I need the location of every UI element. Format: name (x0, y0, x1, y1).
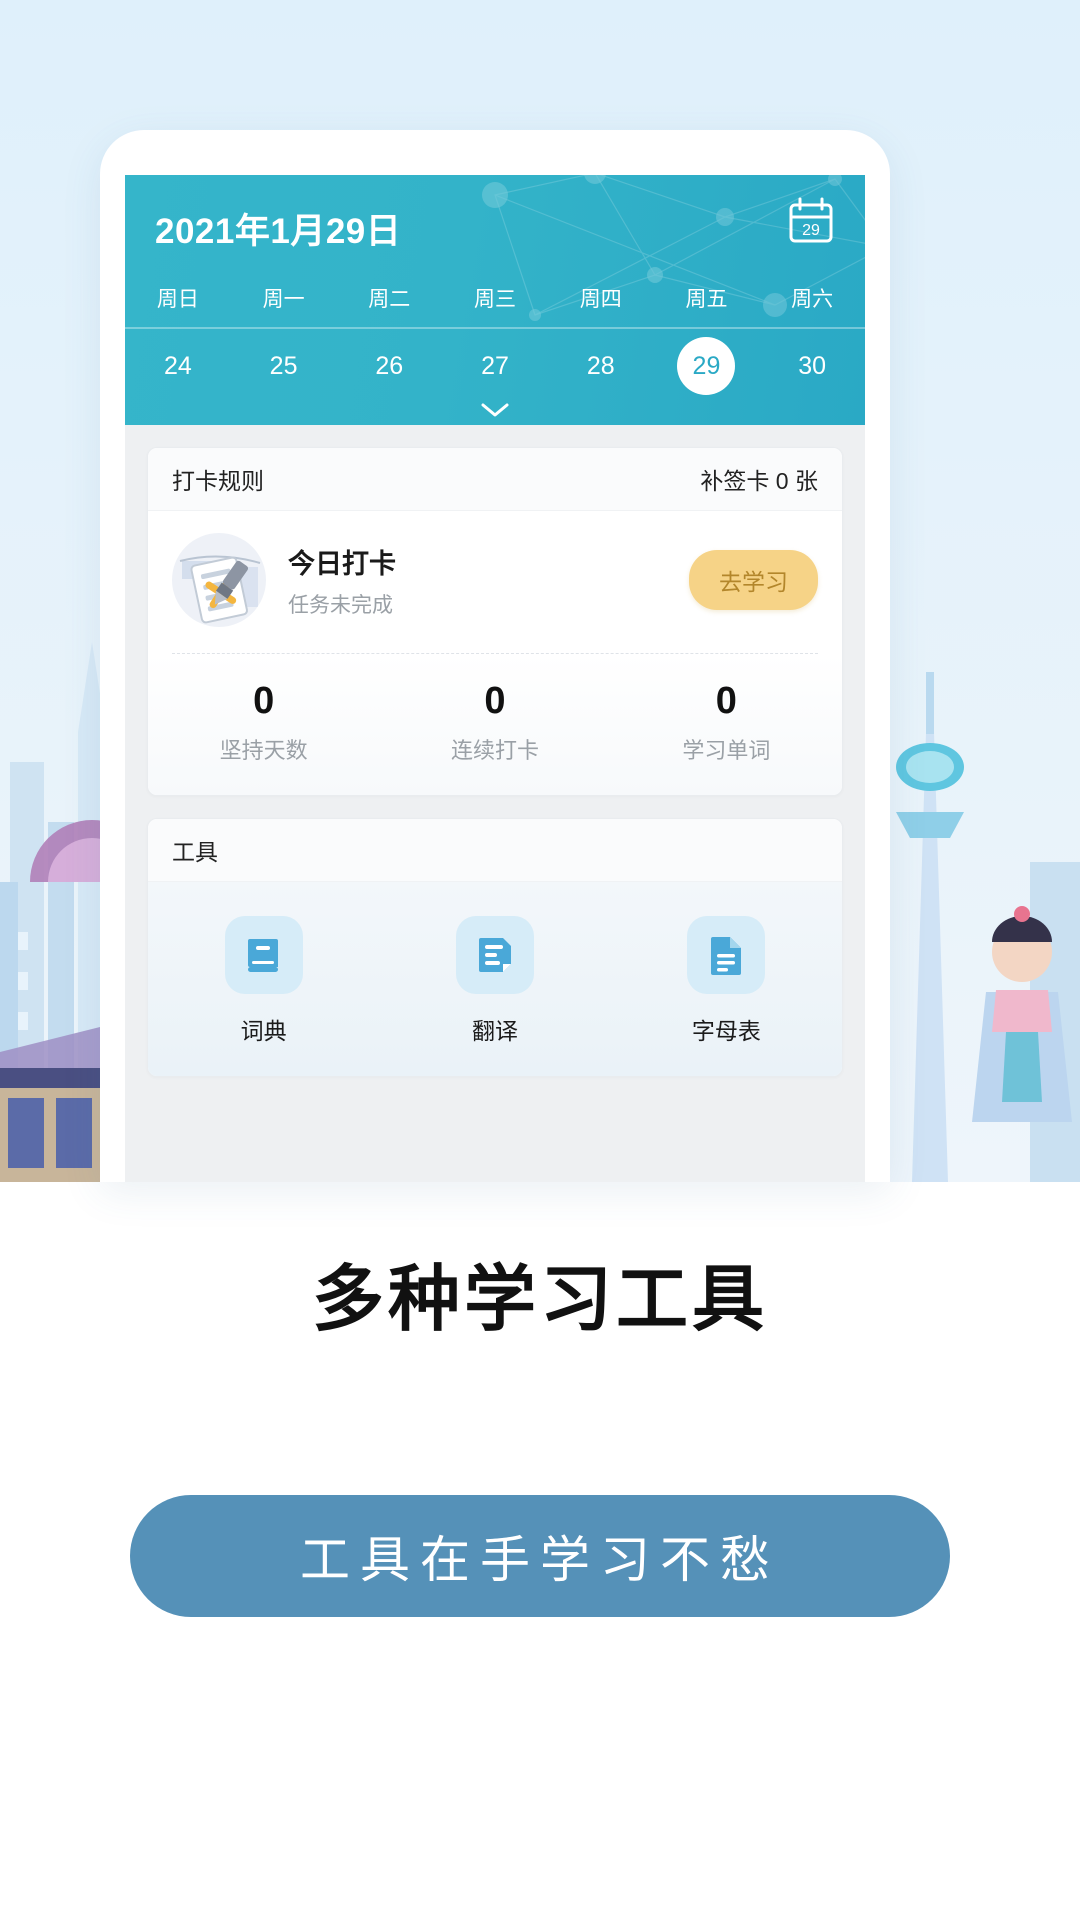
go-study-button[interactable]: 去学习 (689, 550, 818, 610)
date-cell-26[interactable]: 26 (336, 352, 442, 381)
calendar-icon-day: 29 (802, 222, 820, 239)
tools-grid: 词典 翻译 字母表 (148, 882, 842, 1076)
checkin-text: 今日打卡 任务未完成 (288, 542, 689, 619)
weekday-6: 周六 (791, 287, 834, 311)
checkin-title: 今日打卡 (288, 548, 396, 579)
tool-label: 词典 (240, 1018, 287, 1044)
header-divider (125, 327, 865, 329)
stat-label: 学习单词 (682, 738, 771, 763)
tool-item-translate[interactable]: 翻译 (379, 916, 610, 1046)
weekday-3: 周三 (474, 287, 517, 311)
date-row: 24 25 26 27 28 29 30 (125, 335, 865, 397)
document-translate-icon (455, 916, 534, 994)
tools-card: 工具 词典 翻译 字母表 (147, 818, 843, 1077)
stat-value: 0 (715, 680, 737, 722)
book-icon (224, 916, 303, 994)
stat-label: 坚持天数 (219, 738, 308, 763)
stats-row: 0 坚持天数 0 连续打卡 0 学习单词 (148, 654, 842, 795)
document-text-icon (687, 916, 766, 994)
weekday-0: 周日 (156, 287, 199, 311)
weekday-row: 周日 周一 周二 周三 周四 周五 周六 (125, 270, 865, 325)
tool-label: 翻译 (471, 1018, 518, 1044)
checkin-card-header: 打卡规则 补签卡 0 张 (148, 448, 842, 511)
app-screen: 2021年1月29日 29 周日 周一 周二 周三 周四 周五 周六 24 25… (125, 175, 865, 1182)
clipboard-task-icon (172, 533, 266, 627)
page-title: 2021年1月29日 (155, 212, 402, 251)
chevron-down-icon (481, 403, 509, 417)
calendar-icon[interactable]: 29 (787, 197, 835, 245)
date-cell-27[interactable]: 27 (442, 352, 548, 381)
tool-label: 字母表 (691, 1018, 761, 1044)
date-cell-30[interactable]: 30 (759, 352, 865, 381)
date-cell-29-selected[interactable]: 29 (654, 337, 760, 395)
checkin-row: 今日打卡 任务未完成 去学习 (148, 511, 842, 653)
calendar-header: 2021年1月29日 29 周日 周一 周二 周三 周四 周五 周六 24 25… (125, 175, 865, 425)
tool-item-alphabet[interactable]: 字母表 (611, 916, 842, 1046)
checkin-rules-link[interactable]: 打卡规则 (172, 462, 264, 496)
checkin-status: 任务未完成 (288, 593, 393, 617)
weekday-5: 周五 (685, 287, 728, 311)
weekday-1: 周一 (262, 287, 305, 311)
stat-value: 0 (484, 680, 506, 722)
checkin-card: 打卡规则 补签卡 0 张 今日打卡 任务未完成 去学习 0 坚持天数 0 连续打… (147, 447, 843, 796)
makeup-card-count: 补签卡 0 张 (700, 468, 818, 494)
date-cell-28[interactable]: 28 (548, 352, 654, 381)
stat-value: 0 (253, 680, 275, 722)
expand-calendar-button[interactable] (125, 400, 865, 425)
stat-words-learned: 0 学习单词 (611, 680, 842, 765)
tools-title: 工具 (172, 839, 218, 865)
tool-item-dictionary[interactable]: 词典 (148, 916, 379, 1046)
stat-label: 连续打卡 (450, 738, 539, 763)
date-cell-25[interactable]: 25 (231, 352, 337, 381)
date-cell-24[interactable]: 24 (125, 352, 231, 381)
weekday-2: 周二 (368, 287, 411, 311)
promo-headline: 多种学习工具 (311, 1260, 768, 1340)
weekday-4: 周四 (579, 287, 622, 311)
promo-cta-button[interactable]: 工具在手学习不愁 (130, 1495, 950, 1617)
stat-streak: 0 连续打卡 (379, 680, 610, 765)
tools-card-header: 工具 (148, 819, 842, 882)
phone-mockup: 2021年1月29日 29 周日 周一 周二 周三 周四 周五 周六 24 25… (100, 130, 890, 1182)
stat-persist-days: 0 坚持天数 (148, 680, 379, 765)
